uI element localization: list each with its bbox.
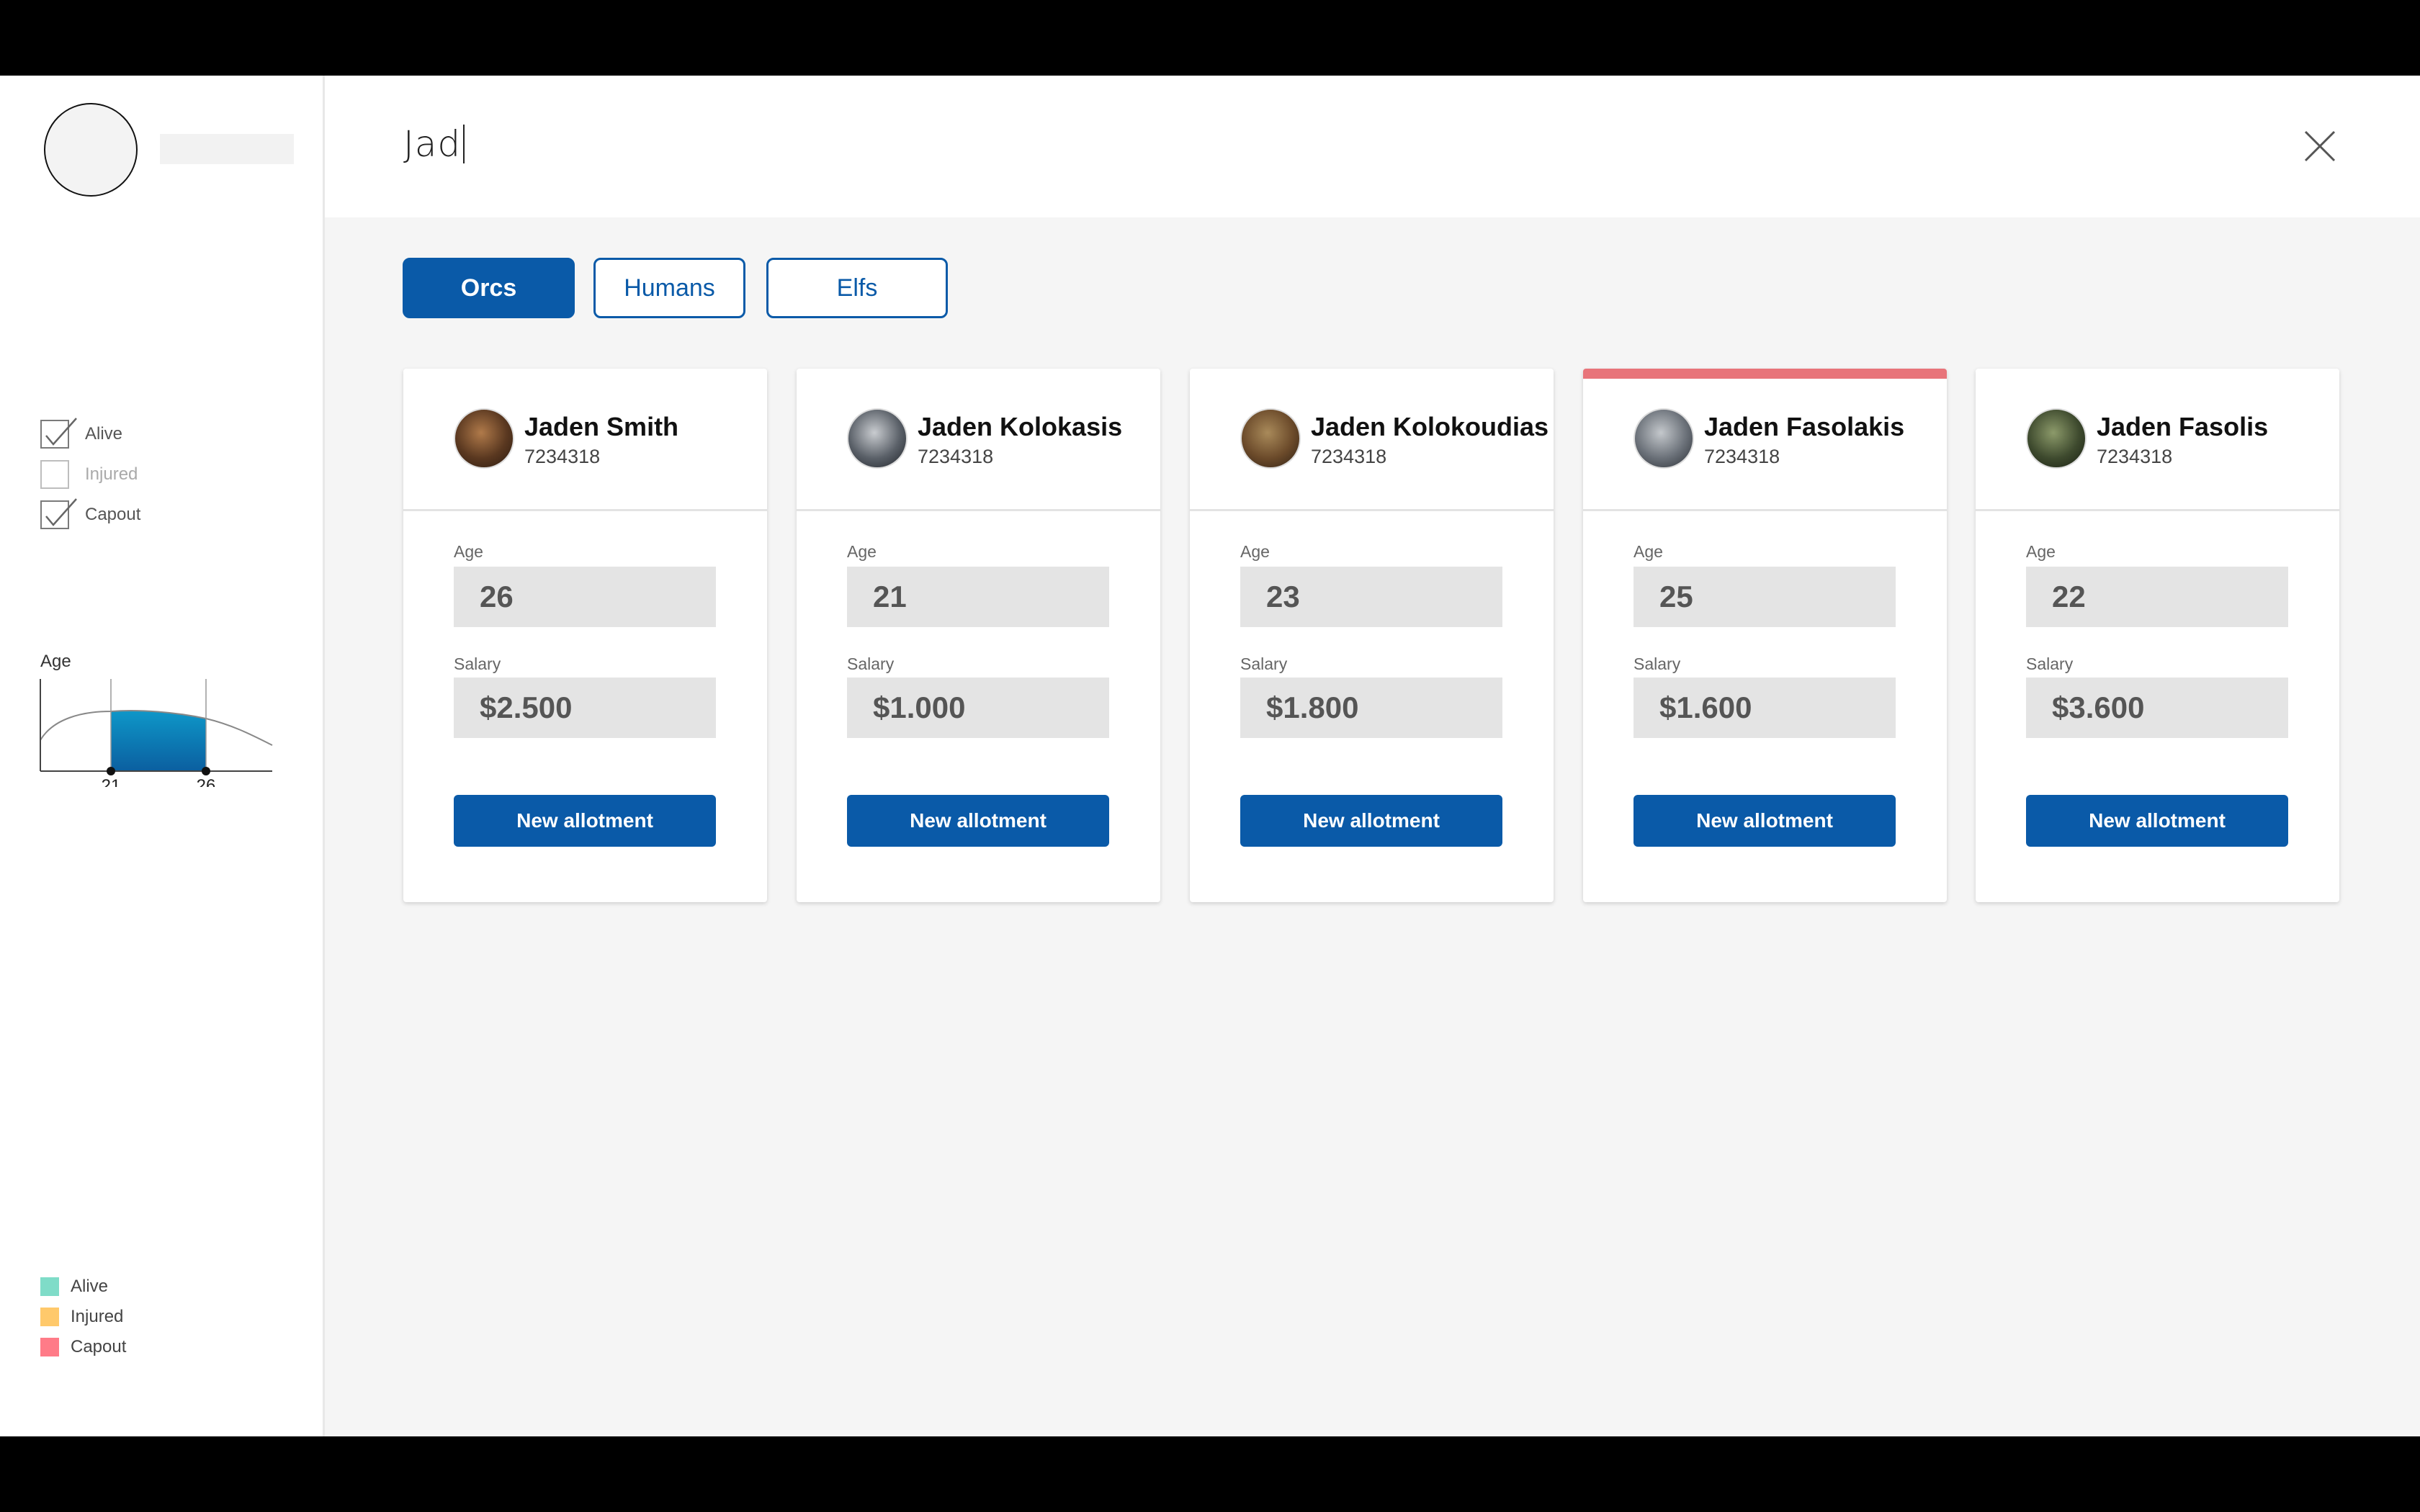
legend-label-alive: Alive <box>71 1277 109 1296</box>
character-card-capout: Jaden Fasolakis 7234318 Age 25 Salary $1… <box>1583 369 1947 902</box>
character-avatar <box>847 408 908 469</box>
character-id: 7234318 <box>918 446 994 467</box>
text-caret <box>463 125 465 163</box>
card-divider <box>797 509 1160 511</box>
age-label: Age <box>454 542 483 561</box>
filter-injured[interactable]: Injured <box>40 460 138 489</box>
age-filter-title: Age <box>40 652 71 671</box>
filter-capout[interactable]: Capout <box>40 498 141 529</box>
salary-value: $1.000 <box>847 678 1109 738</box>
character-id: 7234318 <box>2097 446 2173 467</box>
capout-status-bar <box>1583 369 1947 379</box>
new-allotment-button[interactable]: New allotment <box>2026 795 2288 847</box>
card-divider <box>403 509 767 511</box>
checkbox-alive[interactable] <box>40 418 77 449</box>
age-value: 22 <box>2026 567 2288 627</box>
legend-item-injured: Injured <box>40 1306 123 1328</box>
app-window: Alive Injured Capout Age 21 26 Alive Inj… <box>0 76 2420 1436</box>
age-label: Age <box>847 542 877 561</box>
salary-value: $2.500 <box>454 678 716 738</box>
legend-swatch-alive <box>40 1277 59 1296</box>
age-label: Age <box>1634 542 1663 561</box>
user-avatar[interactable] <box>44 103 138 197</box>
character-id: 7234318 <box>1311 446 1387 467</box>
card-divider <box>1190 509 1554 511</box>
age-value: 21 <box>847 567 1109 627</box>
age-range-chart[interactable]: 21 26 <box>39 679 284 787</box>
age-label: Age <box>2026 542 2056 561</box>
age-min-label: 21 <box>102 776 121 787</box>
salary-label: Salary <box>847 654 895 673</box>
age-value: 26 <box>454 567 716 627</box>
age-value: 23 <box>1240 567 1502 627</box>
legend-swatch-capout <box>40 1338 59 1356</box>
salary-label: Salary <box>1240 654 1288 673</box>
character-card: Jaden Kolokasis 7234318 Age 21 Salary $1… <box>797 369 1160 902</box>
salary-value: $1.600 <box>1634 678 1896 738</box>
character-name: Jaden Kolokasis <box>918 412 1123 441</box>
new-allotment-button[interactable]: New allotment <box>847 795 1109 847</box>
salary-label: Salary <box>454 654 501 673</box>
user-name-placeholder <box>160 134 294 164</box>
salary-value: $1.800 <box>1240 678 1502 738</box>
age-max-label: 26 <box>197 776 216 787</box>
age-max-handle[interactable] <box>202 767 210 775</box>
checkmark-icon <box>45 418 77 446</box>
age-value: 25 <box>1634 567 1896 627</box>
search-input[interactable]: Jad <box>403 123 465 165</box>
character-name: Jaden Smith <box>524 412 679 441</box>
legend-swatch-injured <box>40 1308 59 1326</box>
legend-item-capout: Capout <box>40 1336 126 1358</box>
character-id: 7234318 <box>1704 446 1780 467</box>
character-card: Jaden Kolokoudias 7234318 Age 23 Salary … <box>1190 369 1554 902</box>
character-avatar <box>454 408 514 469</box>
character-name: Jaden Fasolakis <box>1704 412 1905 441</box>
character-id: 7234318 <box>524 446 601 467</box>
tab-orcs[interactable]: Orcs <box>403 258 575 318</box>
new-allotment-button[interactable]: New allotment <box>1634 795 1896 847</box>
checkmark-icon <box>45 498 77 526</box>
legend-item-alive: Alive <box>40 1276 108 1297</box>
character-name: Jaden Fasolis <box>2097 412 2269 441</box>
age-label: Age <box>1240 542 1270 561</box>
salary-value: $3.600 <box>2026 678 2288 738</box>
filter-label-injured: Injured <box>85 464 138 484</box>
checkbox-injured[interactable] <box>40 460 69 489</box>
salary-label: Salary <box>2026 654 2074 673</box>
legend-label-injured: Injured <box>71 1307 124 1326</box>
close-icon[interactable] <box>2302 128 2338 164</box>
character-card: Jaden Smith 7234318 Age 26 Salary $2.500… <box>403 369 767 902</box>
character-avatar <box>1634 408 1694 469</box>
filter-label-capout: Capout <box>85 505 141 524</box>
filter-alive[interactable]: Alive <box>40 418 123 449</box>
age-min-handle[interactable] <box>107 767 115 775</box>
age-selected-area <box>111 711 206 771</box>
character-name: Jaden Kolokoudias <box>1311 412 1549 441</box>
checkbox-capout[interactable] <box>40 498 77 529</box>
legend-label-capout: Capout <box>71 1337 127 1356</box>
search-bar: Jad <box>325 76 2420 217</box>
filter-label-alive: Alive <box>85 424 123 444</box>
new-allotment-button[interactable]: New allotment <box>454 795 716 847</box>
character-avatar <box>1240 408 1301 469</box>
tab-humans[interactable]: Humans <box>593 258 745 318</box>
sidebar: Alive Injured Capout Age 21 26 Alive Inj… <box>0 76 325 1436</box>
salary-label: Salary <box>1634 654 1681 673</box>
card-divider <box>1976 509 2339 511</box>
tab-elfs[interactable]: Elfs <box>766 258 948 318</box>
search-query-text: Jad <box>403 123 462 165</box>
new-allotment-button[interactable]: New allotment <box>1240 795 1502 847</box>
character-card: Jaden Fasolis 7234318 Age 22 Salary $3.6… <box>1976 369 2339 902</box>
character-avatar <box>2026 408 2087 469</box>
card-divider <box>1583 509 1947 511</box>
